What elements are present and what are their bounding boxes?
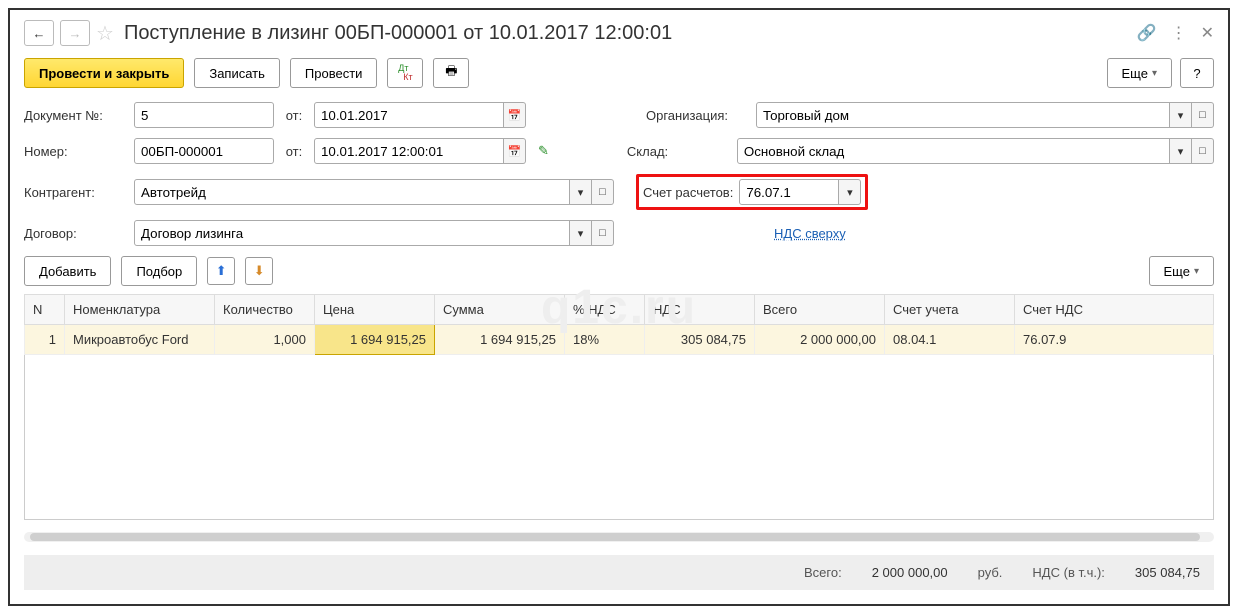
cell-nds-acct[interactable]: 76.07.9 (1015, 325, 1214, 355)
col-nds[interactable]: НДС (645, 295, 755, 325)
main-toolbar: Провести и закрыть Записать Провести Дт … (24, 58, 1214, 88)
grid-header-row: N Номенклатура Количество Цена Сумма % Н… (25, 295, 1214, 325)
calendar-icon[interactable]: 📅 (504, 138, 526, 164)
grid-toolbar: Добавить Подбор ⬆ ⬇ Еще (24, 256, 1214, 286)
link-icon[interactable]: 🔗 (1137, 23, 1157, 43)
ot2-label: от: (274, 144, 314, 159)
num-label: Номер: (24, 144, 134, 159)
move-up-button[interactable]: ⬆ (207, 257, 235, 285)
kebab-menu-icon[interactable]: ⋮ (1171, 23, 1187, 43)
footer-nds-label: НДС (в т.ч.): (1032, 565, 1105, 580)
window: ← → ☆ Поступление в лизинг 00БП-000001 о… (8, 8, 1230, 606)
post-and-close-button[interactable]: Провести и закрыть (24, 58, 184, 88)
grid-row[interactable]: 1 Микроавтобус Ford 1,000 1 694 915,25 1… (25, 325, 1214, 355)
dropdown-icon[interactable]: ▾ (570, 179, 592, 205)
footer-nds: 305 084,75 (1135, 565, 1200, 580)
nds-link[interactable]: НДС сверху (774, 226, 846, 241)
dropdown-icon[interactable]: ▾ (1170, 102, 1192, 128)
calendar-icon[interactable]: 📅 (504, 102, 526, 128)
dtkt-button[interactable]: Дт Кт (387, 58, 423, 88)
col-qty[interactable]: Количество (215, 295, 315, 325)
open-dialog-icon[interactable]: □ (592, 179, 614, 205)
post-button[interactable]: Провести (290, 58, 378, 88)
close-icon[interactable]: ✕ (1201, 23, 1214, 43)
grid-empty-area (24, 355, 1214, 520)
open-dialog-icon[interactable]: □ (592, 220, 614, 246)
col-total[interactable]: Всего (755, 295, 885, 325)
save-button[interactable]: Записать (194, 58, 280, 88)
org-label: Организация: (646, 108, 756, 123)
nav-back-button[interactable]: ← (24, 20, 54, 46)
col-n[interactable]: N (25, 295, 65, 325)
cell-qty[interactable]: 1,000 (215, 325, 315, 355)
scrollbar-thumb[interactable] (30, 533, 1200, 541)
more-button[interactable]: Еще (1107, 58, 1172, 88)
doc-no-label: Документ №: (24, 108, 134, 123)
dropdown-icon[interactable]: ▾ (570, 220, 592, 246)
add-row-button[interactable]: Добавить (24, 256, 111, 286)
move-down-button[interactable]: ⬇ (245, 257, 273, 285)
cell-total[interactable]: 2 000 000,00 (755, 325, 885, 355)
nav-forward-button[interactable]: → (60, 20, 90, 46)
items-grid: N Номенклатура Количество Цена Сумма % Н… (24, 294, 1214, 355)
cell-nomen[interactable]: Микроавтобус Ford (65, 325, 215, 355)
footer-total: 2 000 000,00 (872, 565, 948, 580)
sklad-label: Склад: (627, 144, 737, 159)
cell-nds[interactable]: 305 084,75 (645, 325, 755, 355)
kontr-label: Контрагент: (24, 185, 134, 200)
col-nds-pct[interactable]: % НДС (565, 295, 645, 325)
cell-acct[interactable]: 08.04.1 (885, 325, 1015, 355)
dog-label: Договор: (24, 226, 134, 241)
cell-n[interactable]: 1 (25, 325, 65, 355)
dtkt-icon: Дт Кт (398, 64, 412, 82)
horizontal-scrollbar[interactable] (24, 532, 1214, 542)
edit-green-icon[interactable]: ✎ (538, 143, 549, 159)
print-button[interactable]: 🖶 (433, 58, 469, 88)
col-sum[interactable]: Сумма (435, 295, 565, 325)
schet-label: Счет расчетов: (643, 185, 733, 200)
dropdown-icon[interactable]: ▾ (839, 179, 861, 205)
sklad-input[interactable] (737, 138, 1170, 164)
dropdown-icon[interactable]: ▾ (1170, 138, 1192, 164)
ot1-label: от: (274, 108, 314, 123)
cell-price[interactable]: 1 694 915,25 (315, 325, 435, 355)
footer-total-label: Всего: (804, 565, 842, 580)
footer-rub: руб. (978, 565, 1003, 580)
open-dialog-icon[interactable]: □ (1192, 102, 1214, 128)
help-button[interactable]: ? (1180, 58, 1214, 88)
schet-input[interactable] (739, 179, 839, 205)
num-input[interactable] (134, 138, 274, 164)
col-nomen[interactable]: Номенклатура (65, 295, 215, 325)
footer-totals: Всего: 2 000 000,00 руб. НДС (в т.ч.): 3… (24, 555, 1214, 590)
pick-button[interactable]: Подбор (121, 256, 197, 286)
col-acct[interactable]: Счет учета (885, 295, 1015, 325)
date1-input[interactable] (314, 102, 504, 128)
window-title: Поступление в лизинг 00БП-000001 от 10.0… (124, 22, 672, 45)
org-input[interactable] (756, 102, 1170, 128)
cell-nds-pct[interactable]: 18% (565, 325, 645, 355)
cell-sum[interactable]: 1 694 915,25 (435, 325, 565, 355)
open-dialog-icon[interactable]: □ (1192, 138, 1214, 164)
date2-input[interactable] (314, 138, 504, 164)
schet-highlight-box: Счет расчетов: ▾ (636, 174, 868, 210)
title-bar: ← → ☆ Поступление в лизинг 00БП-000001 о… (24, 20, 1214, 46)
print-icon: 🖶 (445, 62, 457, 84)
kontr-input[interactable] (134, 179, 570, 205)
favorite-star-icon[interactable]: ☆ (96, 21, 114, 46)
col-nds-acct[interactable]: Счет НДС (1015, 295, 1214, 325)
dog-input[interactable] (134, 220, 570, 246)
col-price[interactable]: Цена (315, 295, 435, 325)
grid-more-button[interactable]: Еще (1149, 256, 1214, 286)
doc-no-input[interactable] (134, 102, 274, 128)
